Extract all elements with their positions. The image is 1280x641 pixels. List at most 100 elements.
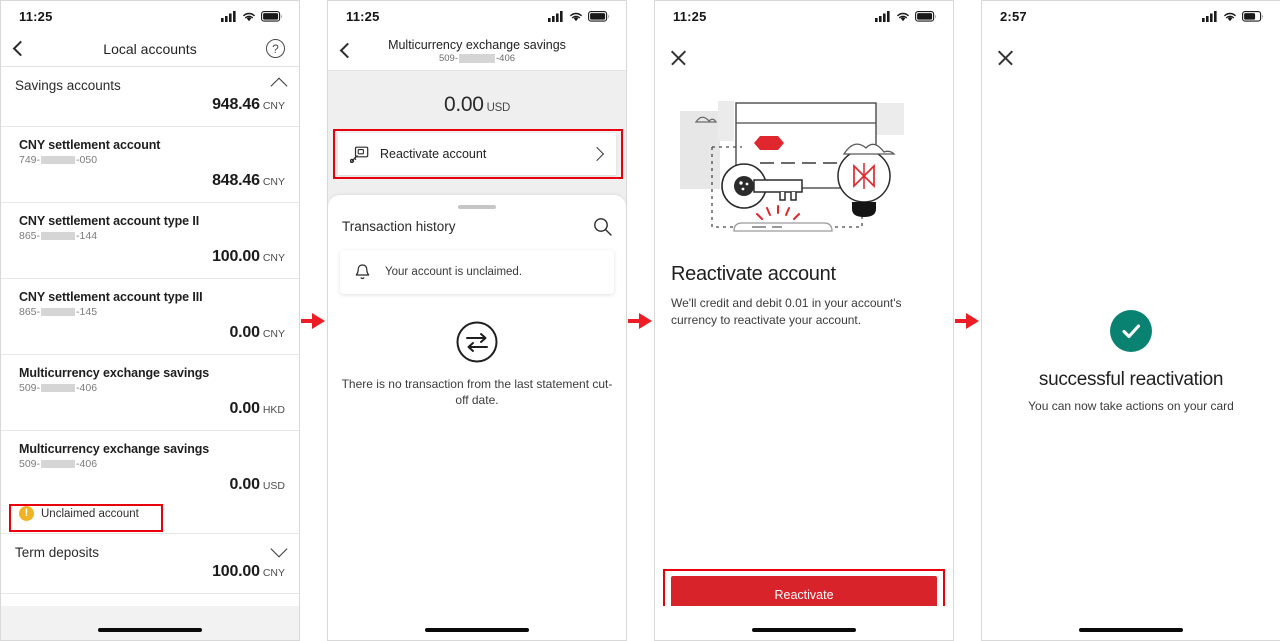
cellular-signal-icon [1202,10,1217,22]
card-key-lightbulb-illustration [680,101,904,232]
list-item[interactable]: Multicurrency exchange savings 509- -406… [1,355,299,431]
reactivate-account-action[interactable]: Reactivate account [338,133,616,175]
account-number-prefix: 509- [438,52,458,64]
account-name: CNY settlement account type III [19,290,203,304]
balance-header: 0.00 USD [328,71,626,133]
nav-bar [655,31,953,65]
account-group-term-deposits[interactable]: Term deposits 100.00 CNY [1,534,299,594]
sheet-grabber[interactable] [458,205,496,209]
help-button[interactable]: ? [266,39,285,58]
list-item[interactable]: CNY settlement account type II 865- -144… [1,203,299,279]
back-button[interactable] [339,42,356,59]
chevron-up-icon[interactable] [270,77,288,95]
group-amount: 948.46 [212,96,260,113]
home-indicator [425,628,529,632]
help-circle-icon: ? [266,39,285,58]
flow-arrow-3 [954,0,981,641]
arrow-right-icon [628,313,652,329]
account-number-suffix: -145 [76,306,98,318]
status-bar: 2:57 [982,1,1280,31]
home-indicator-area [328,606,626,640]
account-number: 509- -406 [439,53,515,64]
chevron-down-icon[interactable] [270,540,288,558]
status-icons [1202,10,1264,22]
status-icons [875,10,937,22]
battery-icon [588,10,610,22]
account-number-suffix: -406 [496,52,516,64]
status-icons [548,10,610,22]
accounts-list: Savings accounts 948.46 CNY CNY settlemen… [1,67,299,640]
flow-arrow-2 [627,0,654,641]
page-description: We'll credit and debit 0.01 in your acco… [671,296,902,328]
account-number-prefix: 509- [19,382,41,394]
status-icons [221,10,283,22]
check-mark-icon [1122,324,1141,339]
battery-icon [1242,10,1264,22]
account-number-suffix: -406 [76,458,98,470]
account-currency: CNY [262,328,285,340]
empty-state-text: There is no transaction from the last st… [341,377,613,408]
account-number-prefix: 509- [19,458,41,470]
chevron-right-icon [589,146,605,162]
home-indicator [1079,628,1183,632]
account-group-savings[interactable]: Savings accounts 948.46 CNY [1,67,299,127]
back-button[interactable] [12,40,29,57]
account-currency: USD [262,480,285,492]
search-icon[interactable] [593,217,612,236]
status-bar: 11:25 [328,1,626,31]
status-time: 11:25 [19,8,53,24]
redacted-digits [41,308,76,316]
home-indicator [752,628,856,632]
status-time: 11:25 [673,8,707,24]
screen-local-accounts: 11:25 Local accounts ? Savings accounts … [0,0,300,641]
account-name: CNY settlement account type II [19,214,200,228]
account-number-suffix: -144 [76,230,98,242]
wifi-icon [1224,12,1236,21]
chevron-left-icon [12,40,29,57]
home-indicator-area [982,606,1280,640]
screen-account-detail: 11:25 Multicurrency exchange savings 509… [327,0,627,641]
account-number-prefix: 865- [19,230,41,242]
account-currency: HKD [262,404,285,416]
status-bar: 11:25 [655,1,953,31]
warning-exclamation-icon: ! [19,506,34,521]
account-currency: CNY [262,252,285,264]
screen-reactivation-success: 2:57 successful reactivation You can now… [981,0,1280,641]
sheet-title: Transaction history [342,219,456,234]
chevron-left-icon [339,42,356,59]
account-number-suffix: -050 [76,154,98,166]
bell-icon [355,263,370,279]
sheet-header: Transaction history [328,217,626,236]
account-amount: 0.00 [229,400,260,417]
cellular-signal-icon [875,10,890,22]
list-item[interactable]: CNY settlement account type III 865- -14… [1,279,299,355]
group-amount: 100.00 [212,563,260,580]
reactivation-flow: 11:25 Local accounts ? Savings accounts … [0,0,1280,641]
arrow-right-icon [301,313,325,329]
reactivate-content: Reactivate account We'll credit and debi… [655,91,953,640]
account-number-prefix: 865- [19,306,41,318]
wifi-icon [243,12,255,21]
account-amount: 848.46 [212,172,260,189]
battery-icon [915,10,937,22]
action-label: Reactivate account [380,147,487,161]
redacted-digits [459,53,495,63]
list-item-unclaimed[interactable]: Multicurrency exchange savings 509- -406… [1,431,299,534]
notice-text: Your account is unclaimed. [385,266,523,278]
group-currency: CNY [262,100,285,112]
group-label: Savings accounts [15,78,121,93]
home-indicator-area [1,606,299,640]
wifi-icon [897,12,909,21]
status-bar: 11:25 [1,1,299,31]
account-number: 509- -406 [19,458,285,470]
list-item[interactable]: CNY settlement account 749- -050 848.46 C… [1,127,299,203]
success-content: successful reactivation You can now take… [982,310,1280,640]
account-number-prefix: 749- [19,154,41,166]
battery-icon [261,10,283,22]
check-circle-icon [1110,310,1152,352]
exchange-arrows-icon [456,321,498,363]
redacted-digits [41,232,76,240]
empty-state: There is no transaction from the last st… [328,320,626,408]
cellular-signal-icon [548,10,563,22]
account-number: 749- -050 [19,154,285,166]
